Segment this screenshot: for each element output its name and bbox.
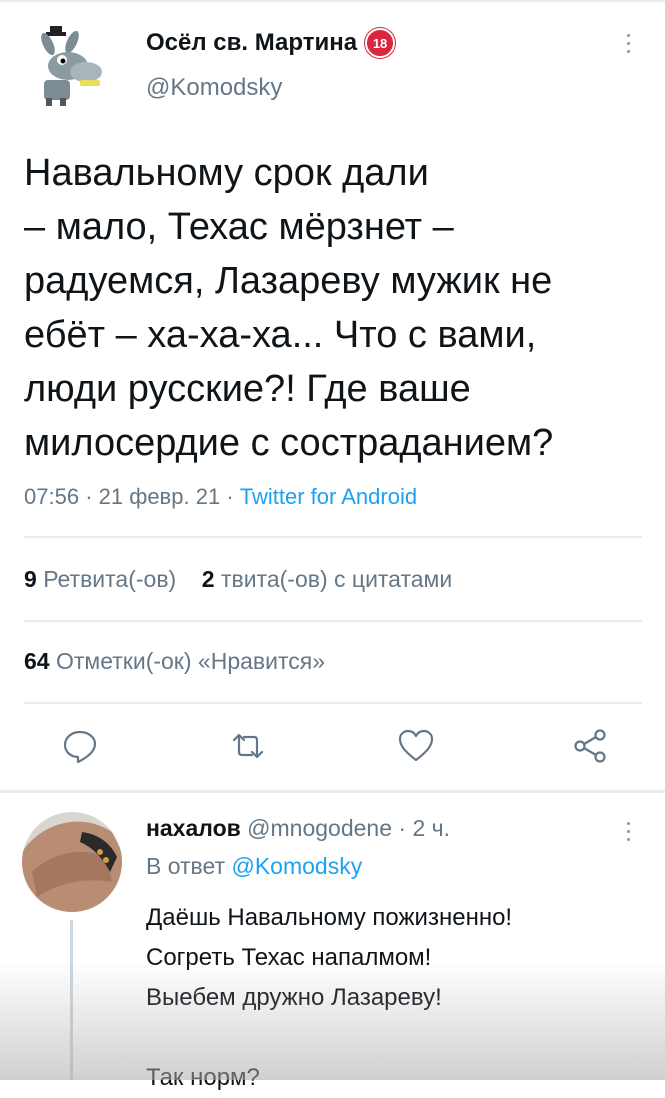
quotes-count[interactable]: 2	[202, 566, 215, 592]
tweet-meta: 07:56 · 21 февр. 21 · Twitter for Androi…	[24, 484, 417, 510]
divider	[24, 536, 642, 538]
quotes-label[interactable]: твита(-ов) с цитатами	[221, 566, 452, 592]
divider	[24, 620, 642, 622]
reply-text-line	[146, 1018, 646, 1058]
meta-separator: ·	[398, 815, 407, 841]
meta-separator: ·	[226, 484, 234, 509]
meta-separator: ·	[85, 484, 93, 509]
author-name[interactable]: Осёл св. Мартина	[146, 29, 357, 57]
reply-to-mention[interactable]: @Komodsky	[231, 853, 362, 879]
reply-author-name[interactable]: нахалов	[146, 815, 241, 841]
tweet-time[interactable]: 07:56	[24, 484, 79, 509]
retweet-icon[interactable]	[228, 726, 268, 766]
reply-time[interactable]: 2 ч.	[412, 815, 450, 841]
tweet-text: Навальному срок дали – мало, Техас мёрзн…	[24, 146, 644, 470]
age-badge-icon: 18	[365, 28, 396, 58]
author-avatar[interactable]	[28, 20, 118, 110]
tweet-text-line: радуемся, Лазареву мужик не	[24, 260, 553, 302]
reply-to-prefix: В ответ	[146, 853, 226, 879]
divider	[24, 702, 642, 704]
more-options-icon[interactable]	[625, 34, 631, 53]
author-handle[interactable]: @Komodsky	[146, 74, 282, 102]
reply-more-options-icon[interactable]	[625, 822, 631, 841]
reply-author-handle[interactable]: @mnogodene	[247, 815, 392, 841]
retweets-label[interactable]: Ретвита(-ов)	[43, 566, 176, 592]
tweet-date[interactable]: 21 февр. 21	[99, 484, 221, 509]
retweets-count[interactable]: 9	[24, 566, 37, 592]
reply-text-line: Согреть Техас напалмом!	[146, 944, 432, 971]
retweet-stats: 9 Ретвита(-ов) 2 твита(-ов) с цитатами	[24, 566, 452, 593]
tweet-text-line: милосердие с состраданием?	[24, 422, 554, 464]
tweet-text-line: – мало, Техас мёрзнет –	[24, 206, 454, 248]
donkey-avatar-image	[41, 26, 102, 106]
arm-avatar-image	[22, 812, 122, 912]
reply-text-line: Так норм?	[146, 1064, 260, 1091]
reply-author-avatar[interactable]	[22, 812, 122, 912]
likes-label[interactable]: Отметки(-ок) «Нравится»	[56, 648, 325, 674]
top-divider	[0, 0, 665, 2]
reply-to-line: В ответ @Komodsky	[146, 853, 362, 880]
thread-line	[70, 920, 73, 1080]
likes-count[interactable]: 64	[24, 648, 50, 674]
tweet-text-line: люди русские?! Где ваше	[24, 368, 471, 410]
tweet-actions	[24, 726, 642, 766]
likes-stats: 64 Отметки(-ок) «Нравится»	[24, 648, 325, 675]
reply-text-line: Даёшь Навальному пожизненно!	[146, 904, 513, 931]
tweet-text-line: Навальному срок дали	[24, 152, 429, 194]
thread-separator	[0, 790, 665, 793]
tweet-text-line: ебёт – ха-ха-ха... Что с вами,	[24, 314, 537, 356]
author-name-row[interactable]: Осёл св. Мартина 18	[146, 28, 396, 58]
reply-header: нахалов @mnogodene · 2 ч.	[146, 815, 450, 842]
heart-icon[interactable]	[396, 726, 436, 766]
reply-icon[interactable]	[60, 726, 100, 766]
reply-text-line: Выебем дружно Лазареву!	[146, 984, 442, 1011]
reply-text: Даёшь Навальному пожизненно! Согреть Тех…	[146, 898, 646, 1098]
share-icon[interactable]	[570, 726, 610, 766]
tweet-source-link[interactable]: Twitter for Android	[240, 484, 417, 509]
